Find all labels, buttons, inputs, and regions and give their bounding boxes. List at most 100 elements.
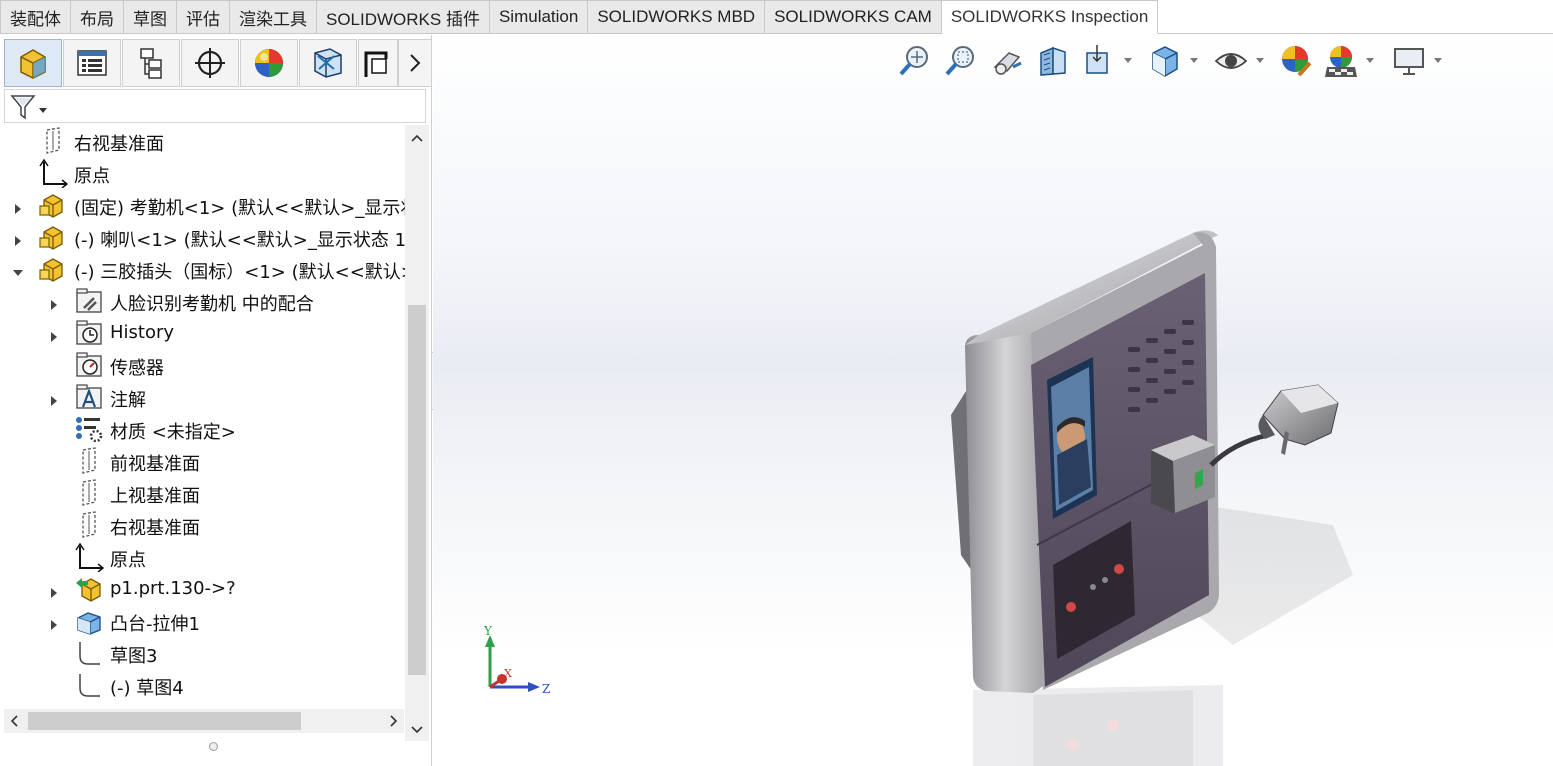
tree-filter-bar[interactable] xyxy=(4,89,426,123)
tree-row[interactable]: History xyxy=(0,317,405,349)
tab-solidworks-cam[interactable]: SOLIDWORKS CAM xyxy=(765,0,942,34)
zoom-to-area-button[interactable] xyxy=(941,41,981,81)
tree-row-label: (固定) 考勤机<1> (默认<<默认>_显示状态 xyxy=(74,198,405,219)
tab-evaluate[interactable]: 评估 xyxy=(177,0,230,34)
part-icon xyxy=(38,222,68,252)
expand-right-icon[interactable] xyxy=(12,231,24,246)
panel-resize-dot[interactable] xyxy=(209,742,218,751)
expand-right-icon[interactable] xyxy=(48,327,60,342)
filter-icon xyxy=(10,95,47,120)
chevron-down-icon[interactable] xyxy=(1189,57,1199,65)
graphics-area[interactable]: Y X Z xyxy=(433,35,1553,766)
featuremanager-tab[interactable] xyxy=(4,39,62,87)
chevron-up-icon xyxy=(411,134,423,142)
boss-extrude-icon xyxy=(74,606,104,636)
cam-operation-tree-icon xyxy=(364,51,388,77)
face-display xyxy=(1047,357,1097,519)
tree-row-label: 注解 xyxy=(110,390,146,411)
tree-row[interactable]: 人脸识别考勤机 中的配合 xyxy=(0,285,405,317)
scroll-up-button[interactable] xyxy=(405,127,429,149)
tree-row-label: 人脸识别考勤机 中的配合 xyxy=(110,294,314,315)
zoom-to-fit-icon xyxy=(899,46,928,76)
tree-horizontal-scrollbar[interactable] xyxy=(4,709,404,733)
floor-reflection xyxy=(973,685,1223,766)
view-orientation-button[interactable] xyxy=(1145,41,1185,81)
expand-right-icon[interactable] xyxy=(12,199,24,214)
tree-row-partial xyxy=(0,701,405,705)
plane-icon xyxy=(74,478,104,508)
displaymanager-icon xyxy=(255,49,283,77)
tree-row[interactable]: (-) 喇叭<1> (默认<<默认>_显示状态 1> xyxy=(0,221,405,253)
expand-right-icon[interactable] xyxy=(48,391,60,406)
power-plug-head xyxy=(1258,384,1339,455)
edit-appearance-button[interactable] xyxy=(1275,41,1315,81)
tab-layout[interactable]: 布局 xyxy=(71,0,124,34)
cam-operation-tree-tab[interactable] xyxy=(358,39,398,87)
hscroll-thumb[interactable] xyxy=(28,712,301,730)
apply-scene-button[interactable] xyxy=(1321,41,1361,81)
tree-row[interactable]: 材质 <未指定> xyxy=(0,413,405,445)
tree-row[interactable]: 原点 xyxy=(0,157,405,189)
tree-row[interactable]: 右视基准面 xyxy=(0,509,405,541)
tree-row[interactable]: 注解 xyxy=(0,381,405,413)
tree-row-label: (-) 喇叭<1> (默认<<默认>_显示状态 1> xyxy=(74,230,405,251)
tree-row-label: 材质 <未指定> xyxy=(110,422,236,443)
propertymanager-tab[interactable] xyxy=(63,39,121,87)
tree-row[interactable]: p1.prt.130->? xyxy=(0,573,405,605)
displaymanager-tab[interactable] xyxy=(240,39,298,87)
tabbar-filler xyxy=(1158,0,1553,34)
chevron-down-icon[interactable] xyxy=(1365,57,1375,65)
triad-y-label: Y xyxy=(483,624,493,638)
dynamic-annotation-views-button[interactable] xyxy=(1079,41,1119,81)
tree-row[interactable]: 凸台-拉伸1 xyxy=(0,605,405,637)
view-settings-button[interactable] xyxy=(1389,41,1429,81)
section-view-icon xyxy=(1040,46,1066,76)
tab-render-tools[interactable]: 渲染工具 xyxy=(230,0,317,34)
tab-scroll-right-button[interactable] xyxy=(398,39,432,87)
tab-solidworks-inspection[interactable]: SOLIDWORKS Inspection xyxy=(941,0,1159,34)
tab-solidworks-mbd[interactable]: SOLIDWORKS MBD xyxy=(588,0,766,34)
tree-row-label: 右视基准面 xyxy=(110,518,200,539)
triad-z-label: Z xyxy=(542,682,550,696)
plane-icon xyxy=(74,446,104,476)
derived-part-icon xyxy=(74,574,104,604)
expand-right-icon[interactable] xyxy=(48,615,60,630)
plane-icon xyxy=(74,510,104,540)
expand-down-icon[interactable] xyxy=(12,263,24,276)
tree-row[interactable]: (-) 草图4 xyxy=(0,669,405,701)
tab-simulation[interactable]: Simulation xyxy=(489,0,589,34)
tree-row[interactable]: 右视基准面 xyxy=(0,125,405,157)
hide-show-items-button[interactable] xyxy=(1211,41,1251,81)
propertymanager-icon xyxy=(77,50,107,76)
chevron-down-icon[interactable] xyxy=(1123,57,1133,65)
scroll-down-button[interactable] xyxy=(405,719,429,741)
tree-row[interactable]: 上视基准面 xyxy=(0,477,405,509)
tree-row[interactable]: 草图3 xyxy=(0,637,405,669)
expand-right-icon[interactable] xyxy=(48,295,60,310)
scroll-thumb[interactable] xyxy=(408,305,426,675)
section-view-button[interactable] xyxy=(1033,41,1073,81)
dimxpertmanager-tab[interactable] xyxy=(181,39,239,87)
assembly-model[interactable] xyxy=(433,35,1553,766)
tree-row[interactable]: 传感器 xyxy=(0,349,405,381)
tree-row-label: p1.prt.130->? xyxy=(110,578,236,599)
tab-assembly[interactable]: 装配体 xyxy=(0,0,71,34)
expand-right-icon[interactable] xyxy=(48,583,60,598)
dimxpertmanager-icon xyxy=(195,48,225,78)
tree-row[interactable]: 前视基准面 xyxy=(0,445,405,477)
tree-row[interactable]: 原点 xyxy=(0,541,405,573)
zoom-to-fit-button[interactable] xyxy=(895,41,935,81)
tree-vertical-scrollbar[interactable] xyxy=(405,125,429,741)
tab-sketch[interactable]: 草图 xyxy=(124,0,177,34)
tree-row[interactable]: (-) 三胶插头（国标）<1> (默认<<默认>_ xyxy=(0,253,405,285)
scroll-left-button[interactable] xyxy=(4,709,24,733)
tab-solidworks-addins[interactable]: SOLIDWORKS 插件 xyxy=(317,0,490,34)
tree-row[interactable]: (固定) 考勤机<1> (默认<<默认>_显示状态 xyxy=(0,189,405,221)
configurationmanager-tab[interactable] xyxy=(122,39,180,87)
previous-view-button[interactable] xyxy=(987,41,1027,81)
cam-feature-tree-tab[interactable] xyxy=(299,39,357,87)
chevron-down-icon[interactable] xyxy=(1433,57,1443,65)
scroll-right-button[interactable] xyxy=(384,709,404,733)
chevron-down-icon[interactable] xyxy=(1255,57,1265,65)
heads-up-view-toolbar xyxy=(895,41,1515,81)
